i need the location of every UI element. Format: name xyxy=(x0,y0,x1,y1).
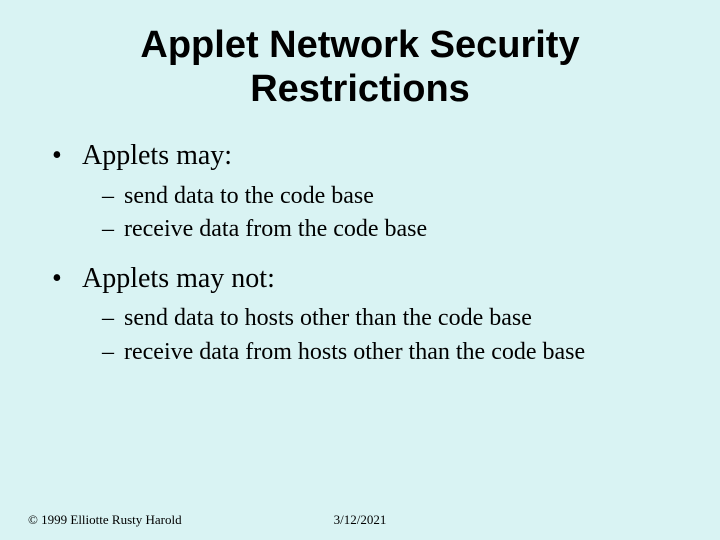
sub-bullet-item: send data to the code base xyxy=(102,181,692,212)
slide-title: Applet Network Security Restrictions xyxy=(28,24,692,111)
sub-bullet-text: receive data from hosts other than the c… xyxy=(124,339,585,365)
sub-bullet-list: send data to hosts other than the code b… xyxy=(102,303,692,367)
footer-date: 3/12/2021 xyxy=(0,513,720,526)
sub-bullet-text: receive data from the code base xyxy=(124,216,427,242)
bullet-heading: Applets may not: xyxy=(82,263,275,294)
sub-bullet-text: send data to the code base xyxy=(124,183,374,209)
sub-bullet-text: send data to hosts other than the code b… xyxy=(124,305,532,331)
sub-bullet-list: send data to the code base receive data … xyxy=(102,181,692,245)
sub-bullet-item: send data to hosts other than the code b… xyxy=(102,303,692,334)
slide: Applet Network Security Restrictions App… xyxy=(0,0,720,540)
bullet-item: Applets may: send data to the code base … xyxy=(52,137,692,245)
sub-bullet-item: receive data from the code base xyxy=(102,214,692,245)
bullet-heading: Applets may: xyxy=(82,140,232,171)
bullet-item: Applets may not: send data to hosts othe… xyxy=(52,260,692,368)
bullet-list: Applets may: send data to the code base … xyxy=(52,137,692,367)
sub-bullet-item: receive data from hosts other than the c… xyxy=(102,337,692,368)
